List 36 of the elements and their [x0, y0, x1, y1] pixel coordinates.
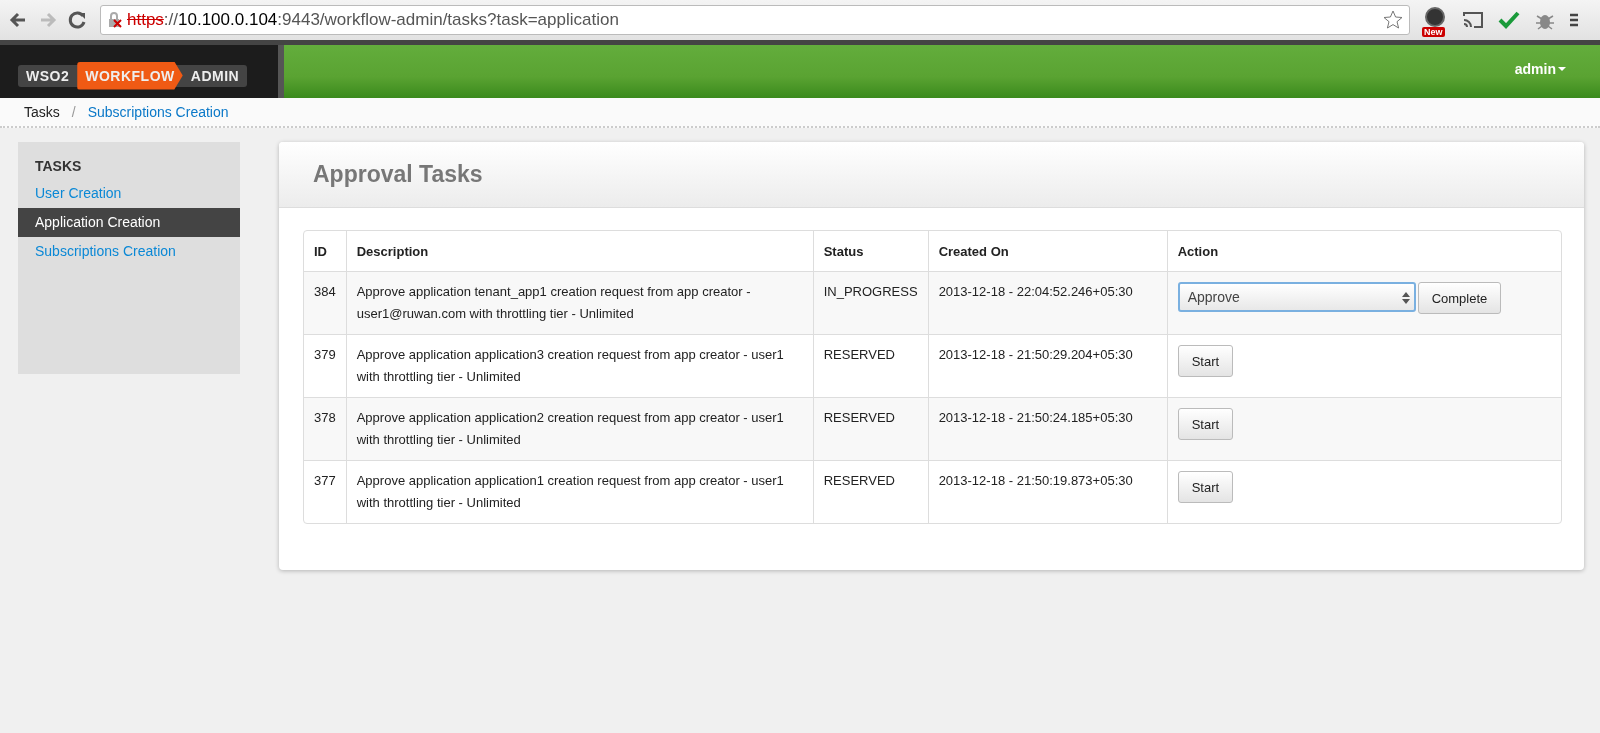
start-button[interactable]: Start [1177, 345, 1234, 377]
table-cell: 2013-12-18 - 21:50:19.873+05:30 [927, 460, 1167, 523]
panel-title: Approval Tasks [313, 161, 483, 188]
table-cell: Approve application application1 creation request from app creator - user1 with throttling tier - Unlimited [345, 460, 813, 523]
cast-icon[interactable] [1462, 10, 1484, 30]
logo[interactable]: WSO2 WORKFLOW ADMIN [18, 64, 248, 87]
checkmark-icon[interactable] [1498, 10, 1520, 30]
address-bar[interactable]: https://10.100.0.104:9443/workflow-admin/tasks?task=application [100, 5, 1410, 35]
decision-select[interactable]: Approve [1177, 282, 1416, 312]
back-arrow-icon[interactable] [8, 10, 28, 30]
updown-arrows-icon [1401, 291, 1410, 305]
table-cell: Approve application application2 creation request from app creator - user1 with throttling tier - Unlimited [345, 397, 813, 460]
sidebar-item[interactable]: Application Creation [18, 208, 240, 237]
broken-lock-icon [107, 12, 123, 28]
table-cell: 384 [304, 271, 346, 334]
table-cell: RESERVED [812, 397, 928, 460]
start-button[interactable]: Start [1177, 471, 1234, 503]
table-cell: Approve application tenant_app1 creation request from app creator - user1@ruwan.com with throttling tier - Unlimited [345, 271, 813, 334]
url-text: https://10.100.0.104:9443/workflow-admin/tasks?task=application [127, 10, 620, 30]
star-icon[interactable] [1383, 10, 1403, 30]
new-badge: New [1422, 27, 1445, 37]
caret-icon [1558, 66, 1566, 71]
table-cell: 378 [304, 397, 346, 460]
complete-button[interactable]: Complete [1417, 282, 1502, 314]
breadcrumb-separator: / [71, 104, 76, 120]
table-cell: 2013-12-18 - 21:50:24.185+05:30 [927, 397, 1167, 460]
breadcrumb-link[interactable]: Subscriptions Creation [87, 104, 229, 120]
sidebar-heading: TASKS [34, 158, 83, 176]
breadcrumb-item: Tasks [24, 104, 60, 120]
table-cell: 377 [304, 460, 346, 523]
reload-icon[interactable] [68, 10, 88, 30]
start-button[interactable]: Start [1177, 408, 1234, 440]
table-cell: IN_PROGRESS [812, 271, 928, 334]
table-cell: RESERVED [812, 460, 928, 523]
column-header: ID [313, 242, 328, 261]
table-cell: 2013-12-18 - 22:04:52.246+05:30 [927, 271, 1167, 334]
